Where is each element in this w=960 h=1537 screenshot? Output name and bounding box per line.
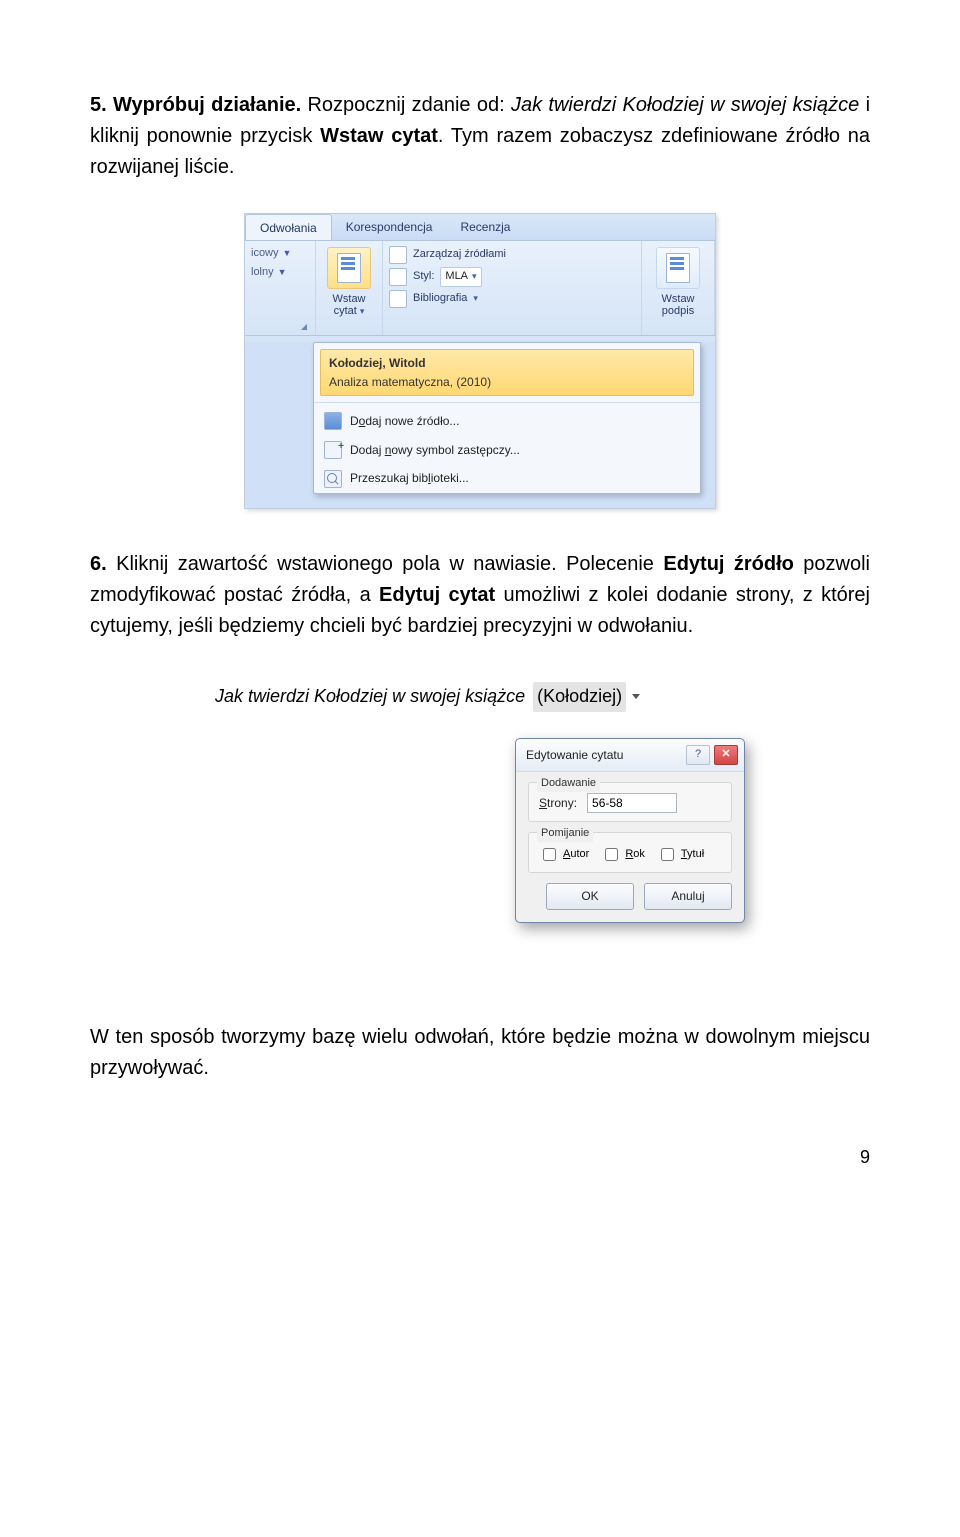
chevron-down-icon: ▼ <box>283 247 292 261</box>
step-5-number: 5. <box>90 94 107 116</box>
chevron-down-icon[interactable] <box>632 694 640 699</box>
ribbon-screenshot: Odwołania Korespondencja Recenzja icowy▼… <box>90 213 870 549</box>
manage-sources-button[interactable]: Zarządzaj źródłami <box>389 245 635 265</box>
closing-paragraph: W ten sposób tworzymy bazę wielu odwołań… <box>90 1022 870 1084</box>
insert-caption-button[interactable]: Wstawpodpis <box>642 241 715 335</box>
insert-citation-button[interactable]: Wstawcytat ▾ <box>316 241 383 335</box>
ribbon-group-partial: icowy▼ lolny▼ ◢ <box>245 241 316 335</box>
citation-dropdown: Kołodziej, Witold Analiza matematyczna, … <box>313 342 701 494</box>
style-selector[interactable]: Styl: MLA▾ <box>389 267 635 287</box>
placeholder-icon <box>324 441 342 459</box>
step-5-button-name: Wstaw cytat <box>320 125 438 147</box>
tab-references[interactable]: Odwołania <box>245 214 332 241</box>
edit-citation-screenshot: Jak twierdzi Kołodziej w swojej książce … <box>90 672 870 1022</box>
adding-group: Dodawanie Strony: <box>528 782 732 822</box>
help-button[interactable]: ? <box>686 745 710 765</box>
edit-citation-dialog: Edytowanie cytatu ? ✕ Dodawanie Strony: … <box>515 738 745 923</box>
document-icon <box>337 253 361 283</box>
search-libraries-item[interactable]: Przeszukaj biblioteki... <box>314 464 700 493</box>
caption-icon <box>666 253 690 283</box>
step-5-paragraph: 5. Wypróbuj działanie. Rozpocznij zdanie… <box>90 90 870 183</box>
chevron-down-icon: ▾ <box>473 292 478 306</box>
example-sentence: Jak twierdzi Kołodziej w swojej książce … <box>215 682 745 712</box>
bibliography-button[interactable]: Bibliografia ▾ <box>389 289 635 309</box>
tab-review[interactable]: Recenzja <box>446 214 524 240</box>
omit-year-checkbox[interactable]: Rok <box>601 845 645 864</box>
chevron-down-icon: ▾ <box>360 306 365 316</box>
chevron-down-icon: ▾ <box>472 270 477 284</box>
tab-mailings[interactable]: Korespondencja <box>332 214 447 240</box>
omit-author-checkbox[interactable]: Autor <box>539 845 589 864</box>
step-6-cmd-2: Edytuj cytat <box>379 584 495 606</box>
step-5-italic: Jak twierdzi Kołodziej w swojej książce <box>511 94 859 116</box>
dialog-launcher-icon[interactable]: ◢ <box>301 321 309 333</box>
ok-button[interactable]: OK <box>546 883 634 910</box>
step-6-cmd-1: Edytuj źródło <box>663 553 794 575</box>
pages-input[interactable] <box>587 793 677 813</box>
add-new-source-item[interactable]: Dodaj nowe źródło... <box>314 407 700 436</box>
book-icon <box>324 412 342 430</box>
dialog-title: Edytowanie cytatu <box>526 746 623 765</box>
step-6-paragraph: 6. Kliknij zawartość wstawionego pola w … <box>90 549 870 642</box>
close-button[interactable]: ✕ <box>714 745 738 765</box>
search-icon <box>324 470 342 488</box>
omitting-group: Pomijanie Autor Rok Tytuł <box>528 832 732 873</box>
add-placeholder-item[interactable]: Dodaj nowy symbol zastępczy... <box>314 436 700 465</box>
omit-title-checkbox[interactable]: Tytuł <box>657 845 704 864</box>
pages-label: Strony: <box>539 794 577 813</box>
bibliography-icon <box>389 290 407 308</box>
citation-field[interactable]: (Kołodziej) <box>530 682 640 712</box>
ribbon-tabs: Odwołania Korespondencja Recenzja <box>245 214 715 241</box>
chevron-down-icon: ▼ <box>278 266 287 280</box>
page-number: 9 <box>90 1144 870 1172</box>
citation-source-selected[interactable]: Kołodziej, Witold Analiza matematyczna, … <box>320 349 694 396</box>
step-6-number: 6. <box>90 553 107 575</box>
ribbon-group-citations: Zarządzaj źródłami Styl: MLA▾ Bibliograf… <box>383 241 642 335</box>
style-icon <box>389 268 407 286</box>
manage-sources-icon <box>389 246 407 264</box>
cancel-button[interactable]: Anuluj <box>644 883 732 910</box>
step-5-lead: Wypróbuj działanie. <box>113 94 301 116</box>
